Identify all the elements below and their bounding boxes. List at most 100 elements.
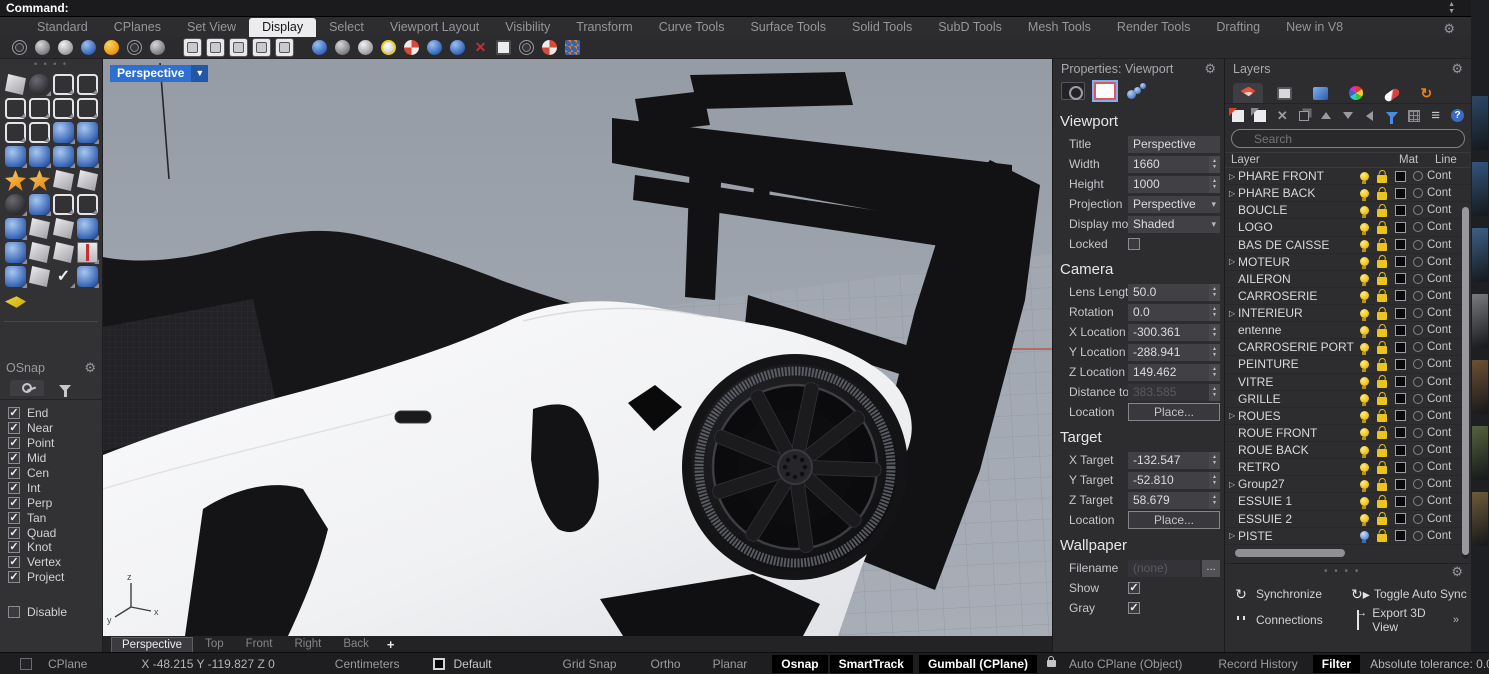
layer-row-logo[interactable]: LOGOCont — [1225, 219, 1471, 236]
layer-row-essuie-1[interactable]: ESSUIE 1Cont — [1225, 493, 1471, 510]
viewport-title-dropdown-icon[interactable]: ▼ — [191, 65, 208, 82]
layer-lock-cell[interactable] — [1373, 307, 1391, 320]
gray-checkbox[interactable] — [1128, 602, 1140, 614]
layers-vertical-scrollbar[interactable] — [1462, 207, 1469, 559]
osnap-checkbox-quad[interactable] — [8, 527, 20, 539]
circle-icon[interactable] — [5, 98, 26, 119]
menu-tab-viewport-layout[interactable]: Viewport Layout — [377, 18, 492, 37]
osnap-option-tan[interactable]: Tan — [8, 510, 102, 525]
gray-sphere-icon[interactable] — [356, 38, 375, 57]
layer-linetype[interactable]: Cont — [1427, 290, 1457, 302]
layer-linetype[interactable]: Cont — [1427, 530, 1457, 542]
osnap-option-project[interactable]: Project — [8, 570, 102, 585]
filter-icon[interactable] — [1384, 108, 1399, 123]
layer-color-cell[interactable] — [1391, 222, 1409, 233]
layer-linetype[interactable]: Cont — [1427, 478, 1457, 490]
polygon-icon[interactable] — [5, 122, 26, 143]
osnap-option-perp[interactable]: Perp — [8, 495, 102, 510]
status-left-square-icon[interactable] — [20, 658, 32, 670]
layer-lock-cell[interactable] — [1373, 392, 1391, 405]
footer-drag-handle[interactable]: • • • • — [1233, 566, 1451, 577]
wires-icon[interactable] — [29, 266, 50, 287]
layer-lock-cell[interactable] — [1373, 409, 1391, 422]
spinner-z-location[interactable]: ▲▼ — [1209, 364, 1220, 381]
layer-row-phare-back[interactable]: ▷PHARE BACKCont — [1225, 185, 1471, 202]
edit-points-icon[interactable] — [29, 218, 50, 239]
select-icon[interactable] — [5, 74, 26, 95]
layer-color-cell[interactable] — [1391, 171, 1409, 182]
osnap-checkbox-mid[interactable] — [8, 452, 20, 464]
texture-grid-icon[interactable] — [563, 38, 582, 57]
wireframe-globe-icon[interactable] — [10, 38, 29, 57]
layer-linetype[interactable]: Cont — [1427, 273, 1457, 285]
layer-lock-cell[interactable] — [1373, 187, 1391, 200]
more-chevron[interactable]: » — [1453, 614, 1459, 626]
help-icon[interactable]: ? — [1450, 108, 1465, 123]
layers-horizontal-scrollbar[interactable] — [1233, 549, 1463, 557]
curve-interpolate-icon[interactable] — [53, 74, 74, 95]
layer-color-cell[interactable] — [1391, 445, 1409, 456]
x-location-field[interactable]: -300.361 — [1128, 324, 1209, 341]
layer-color-cell[interactable] — [1391, 530, 1409, 541]
layer-color-cell[interactable] — [1391, 188, 1409, 199]
layer-lock-cell[interactable] — [1373, 426, 1391, 439]
half-sphere-icon[interactable] — [56, 38, 75, 57]
split-icon[interactable] — [77, 170, 98, 191]
projection-dropdown[interactable]: Perspective — [1128, 196, 1211, 213]
export-3d-view-button[interactable]: Export 3D View» — [1351, 606, 1467, 634]
rectangle-icon[interactable] — [77, 98, 98, 119]
monitor-icon[interactable] — [494, 38, 513, 57]
osnap-checkbox-project[interactable] — [8, 571, 20, 583]
layer-material-cell[interactable] — [1409, 462, 1427, 472]
layer-row-roue-back[interactable]: ROUE BACKCont — [1225, 442, 1471, 459]
array-vertical-icon[interactable] — [29, 242, 50, 263]
layer-visibility-cell[interactable] — [1355, 480, 1373, 489]
layer-material-cell[interactable] — [1409, 479, 1427, 489]
connections-button[interactable]: Connections — [1233, 613, 1351, 627]
paint-bucket-icon[interactable] — [5, 290, 26, 311]
layer-material-cell[interactable] — [1409, 377, 1427, 387]
surface-from-points-icon[interactable] — [53, 122, 74, 143]
height-field[interactable]: 1000 — [1128, 176, 1209, 193]
layer-visibility-cell[interactable] — [1355, 463, 1373, 472]
menu-tab-solid-tools[interactable]: Solid Tools — [839, 18, 925, 37]
rendered-mode-icon[interactable] — [275, 38, 294, 57]
layer-visibility-cell[interactable] — [1355, 428, 1373, 437]
expand-arrow-icon[interactable]: ▷ — [1229, 189, 1238, 198]
point-cloud-icon[interactable] — [5, 194, 26, 215]
delete-layer-icon[interactable]: ✕ — [1275, 108, 1290, 123]
ghosted-mode-icon[interactable] — [252, 38, 271, 57]
menu-tab-visibility[interactable]: Visibility — [492, 18, 563, 37]
layer-material-cell[interactable] — [1409, 257, 1427, 267]
layer-lock-cell[interactable] — [1373, 255, 1391, 268]
layer-row-retro[interactable]: RETROCont — [1225, 459, 1471, 476]
wire-cubes-icon[interactable] — [517, 38, 536, 57]
layer-row-essuie-2[interactable]: ESSUIE 2Cont — [1225, 511, 1471, 528]
spinner-y-location[interactable]: ▲▼ — [1209, 344, 1220, 361]
layer-linetype[interactable]: Cont — [1427, 358, 1457, 370]
osnap-checkbox-perp[interactable] — [8, 497, 20, 509]
layer-material-cell[interactable] — [1409, 394, 1427, 404]
viewport-3d-scene[interactable]: z x y — [103, 59, 1052, 636]
expand-arrow-icon[interactable]: ▷ — [1229, 411, 1238, 420]
single-point-icon[interactable] — [29, 74, 50, 95]
footer-settings-gear-icon[interactable]: ⚙ — [1451, 564, 1463, 580]
transform-tools-icon[interactable] — [77, 218, 98, 239]
layer-visibility-cell[interactable] — [1355, 206, 1373, 215]
layer-lock-cell[interactable] — [1373, 478, 1391, 491]
layers-tab-paint[interactable] — [1377, 83, 1407, 103]
layer-row-peinture[interactable]: PEINTURECont — [1225, 356, 1471, 373]
layer-row-interieur[interactable]: ▷INTERIEURCont — [1225, 305, 1471, 322]
grid-view-icon[interactable] — [1406, 108, 1421, 123]
layer-material-cell[interactable] — [1409, 171, 1427, 181]
layer-row-carroserie[interactable]: CARROSERIECont — [1225, 288, 1471, 305]
menu-tab-subd-tools[interactable]: SubD Tools — [925, 18, 1015, 37]
layer-linetype[interactable]: Cont — [1427, 513, 1457, 525]
layer-row-grille[interactable]: GRILLECont — [1225, 391, 1471, 408]
layers-tab-color-wheel[interactable] — [1341, 83, 1371, 103]
browse-button[interactable]: ... — [1202, 560, 1220, 577]
layers-tab-layers[interactable] — [1233, 83, 1263, 103]
boolean-icon[interactable] — [77, 266, 98, 287]
location-place-button[interactable]: Place... — [1128, 403, 1220, 421]
status-toggle-ortho[interactable]: Ortho — [642, 655, 690, 673]
